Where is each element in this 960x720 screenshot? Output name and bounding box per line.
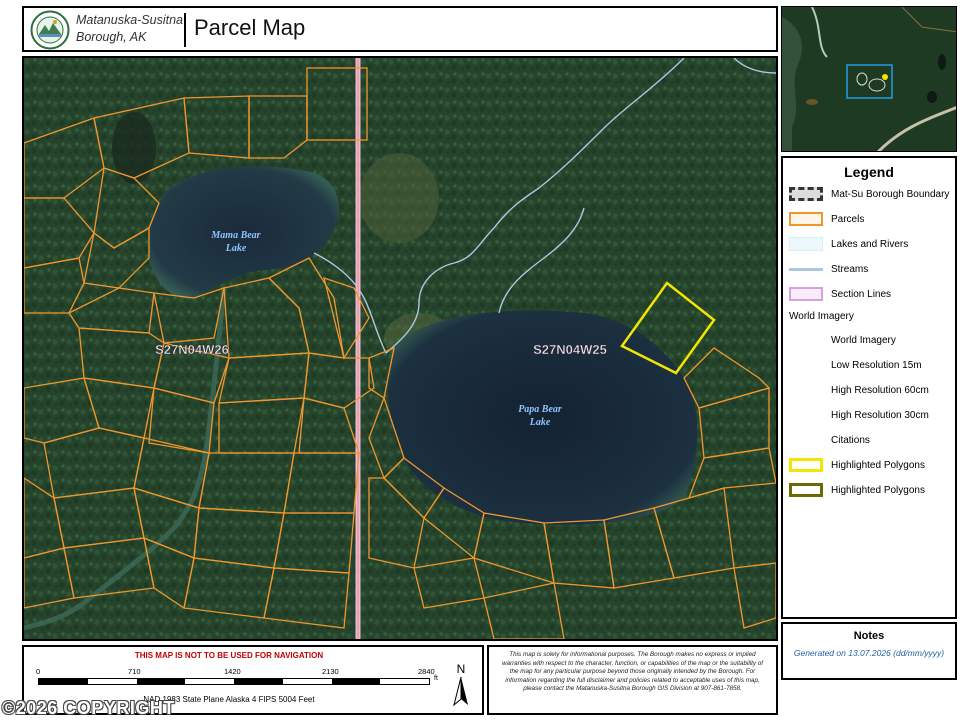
legend-item: Section Lines (783, 285, 955, 305)
lake-label-line2: Lake (529, 417, 551, 428)
legend-sub-item-label: High Resolution 60cm (831, 385, 929, 396)
generated-label: Generated on (793, 648, 846, 658)
date-format: (dd/mm/yyyy) (893, 648, 945, 658)
map-header: Matanuska-Susitna Borough, AK Parcel Map (22, 6, 778, 52)
light-blue-fill-icon (789, 237, 823, 251)
lake-label-line2: Lake (225, 243, 247, 254)
legend-item-label: Highlighted Polygons (831, 485, 925, 496)
overview-map-view (782, 7, 956, 151)
legend-item-label: Parcels (831, 214, 865, 225)
legend-sub-item: High Resolution 30cm (783, 406, 955, 426)
legend-item: Streams (783, 260, 955, 280)
legend-item-label: Streams (831, 264, 869, 275)
overview-map[interactable] (781, 6, 957, 152)
legend-title: Legend (844, 164, 894, 180)
legend-sub-item: High Resolution 60cm (783, 381, 955, 401)
legend-panel: Legend Mat-Su Borough Boundary Parcels L… (781, 156, 957, 619)
notes-title: Notes (853, 630, 885, 642)
yellow-outline-icon (789, 458, 823, 472)
legend-item: Parcels (783, 210, 955, 230)
pink-outline-icon (789, 287, 823, 301)
lake-label-line1: Papa Bear (518, 404, 562, 415)
wetland-patch (359, 153, 439, 243)
org-name-line2: Borough, AK (76, 30, 147, 44)
legend-sub-item-label: Citations (831, 435, 870, 446)
legend-sub-item: World Imagery (783, 331, 955, 351)
legend-item-label: Section Lines (831, 289, 892, 300)
legend-sub-item-label: Low Resolution 15m (831, 360, 922, 371)
disclaimer-panel: This map is solely for informational pur… (487, 645, 778, 715)
page-title: Parcel Map (194, 15, 306, 40)
generated-date: Generated on 13.07.2026 (dd/mm/yyyy) (783, 648, 955, 658)
legend-sub-item: Low Resolution 15m (783, 356, 955, 376)
section-label: S27N04W26 (155, 342, 229, 357)
notes-panel: Notes Generated on 13.07.2026 (dd/mm/yyy… (781, 622, 957, 680)
org-name-line1: Matanuska-Susitna (76, 13, 184, 27)
legend-item: Mat-Su Borough Boundary (783, 185, 955, 205)
lake-label-line1: Mama Bear (210, 230, 260, 241)
north-arrow-icon: N (453, 662, 468, 707)
legend-sub-item: Citations (783, 431, 955, 451)
legend-item-label: Highlighted Polygons (831, 460, 925, 471)
disclaimer-text: This map is solely for informational pur… (501, 651, 764, 693)
blue-line-icon (789, 262, 823, 276)
copyright-watermark: ©2026 COPYRIGHT (2, 698, 175, 718)
borough-seal-icon (30, 10, 70, 50)
legend-item: Lakes and Rivers (783, 235, 955, 255)
scale-tick: 710 (128, 667, 141, 676)
scale-tick: 2840 (418, 667, 435, 676)
scale-tick: 0 (36, 667, 41, 676)
north-label: N (457, 662, 466, 676)
dashed-boundary-icon (789, 187, 823, 201)
navigation-warning: THIS MAP IS NOT TO BE USED FOR NAVIGATIO… (134, 651, 324, 660)
generated-date-value: 13.07.2026 (848, 648, 891, 658)
orange-outline-icon (789, 212, 823, 226)
scale-tick: 2130 (322, 667, 339, 676)
legend-sub-item-label: High Resolution 30cm (831, 410, 929, 421)
legend-item: Highlighted Polygons (783, 456, 955, 476)
legend-item-label: Mat-Su Borough Boundary (831, 189, 950, 200)
scale-tick: 1420 (224, 667, 241, 676)
legend-item: Highlighted Polygons (783, 481, 955, 501)
scale-bar (38, 678, 430, 685)
olive-outline-icon (789, 483, 823, 497)
map-canvas[interactable]: S27N04W26 S27N04W25 Mama Bear Lake Papa … (22, 56, 778, 641)
legend-sub-item-label: World Imagery (831, 335, 896, 346)
map-view[interactable]: S27N04W26 S27N04W25 Mama Bear Lake Papa … (24, 58, 776, 639)
legend-group-label: World Imagery (789, 311, 854, 322)
header-divider (184, 13, 186, 47)
scale-unit: ft (434, 675, 438, 682)
legend-item-label: Lakes and Rivers (831, 239, 909, 250)
section-label: S27N04W25 (533, 342, 607, 357)
